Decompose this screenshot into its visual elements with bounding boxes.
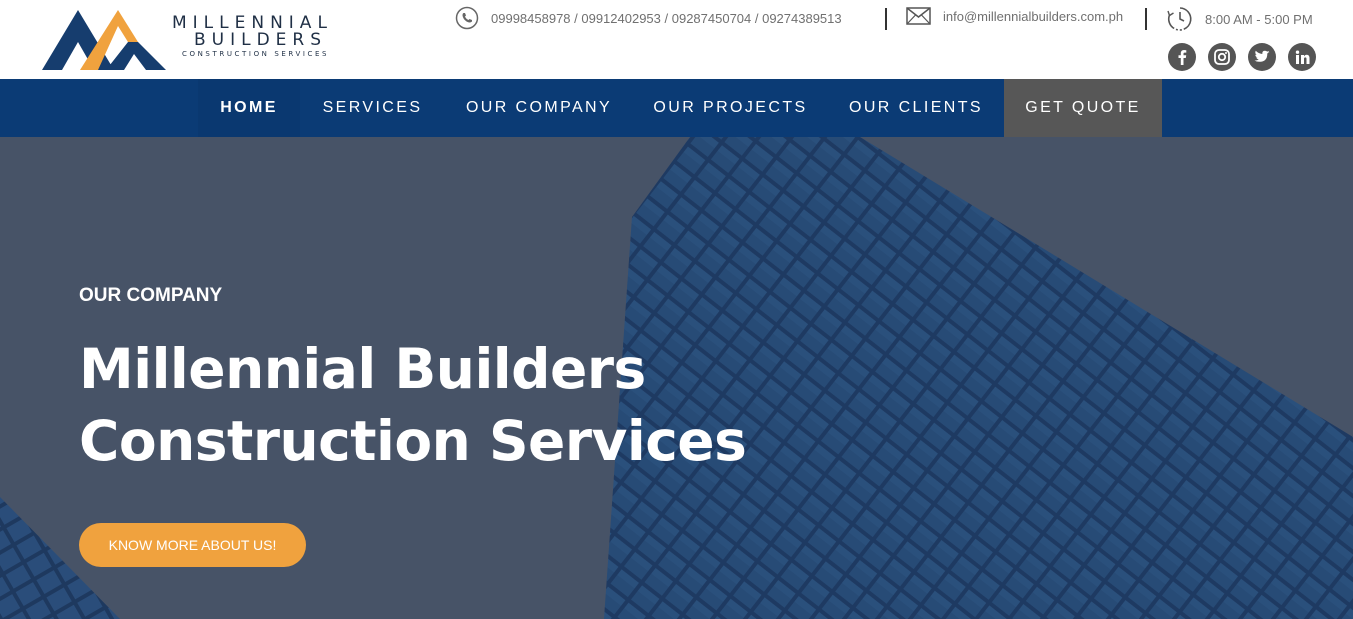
linkedin-link[interactable] <box>1288 43 1316 71</box>
facebook-icon <box>1178 50 1187 65</box>
header-divider <box>1145 8 1147 30</box>
instagram-icon <box>1214 49 1230 65</box>
main-nav: HOME SERVICES OUR COMPANY OUR PROJECTS O… <box>0 79 1353 137</box>
hero-banner: OUR COMPANY Millennial Builders Construc… <box>0 137 1353 619</box>
nav-item-our-company[interactable]: OUR COMPANY <box>445 79 633 137</box>
get-quote-button[interactable]: GET QUOTE <box>1004 79 1162 137</box>
nav-item-services[interactable]: SERVICES <box>300 79 445 137</box>
social-links <box>1168 43 1316 71</box>
business-hours: 8:00 AM - 5:00 PM <box>1205 11 1313 27</box>
phone-icon <box>455 6 479 30</box>
logo-mark-icon <box>42 10 166 70</box>
contact-hours: 8:00 AM - 5:00 PM <box>1167 6 1313 32</box>
instagram-link[interactable] <box>1208 43 1236 71</box>
brand-wordmark: MILLENNIAL BUILDERS CONSTRUCTION SERVICE… <box>172 14 333 59</box>
hero-title-line2: Construction Services <box>79 409 747 473</box>
clock-icon <box>1167 7 1192 31</box>
facebook-link[interactable] <box>1168 43 1196 71</box>
hero-title-line1: Millennial Builders <box>79 337 646 401</box>
twitter-icon <box>1254 50 1270 62</box>
twitter-link[interactable] <box>1248 43 1276 71</box>
hero-eyebrow: OUR COMPANY <box>79 285 223 306</box>
hero-title: Millennial Builders Construction Service… <box>79 333 747 477</box>
email-address[interactable]: info@millennialbuilders.com.ph <box>943 9 1123 24</box>
brand-tagline: CONSTRUCTION SERVICES <box>182 50 330 58</box>
linkedin-icon <box>1295 50 1309 64</box>
contact-email: info@millennialbuilders.com.ph <box>906 6 1123 26</box>
site-header: MILLENNIAL BUILDERS CONSTRUCTION SERVICE… <box>0 0 1353 79</box>
nav-item-our-clients[interactable]: OUR CLIENTS <box>828 79 1004 137</box>
nav-item-home[interactable]: HOME <box>198 79 300 137</box>
header-divider <box>885 8 887 30</box>
mail-icon <box>906 7 931 25</box>
phone-numbers[interactable]: 09998458978 / 09912402953 / 09287450704 … <box>491 11 842 26</box>
brand-logo[interactable]: MILLENNIAL BUILDERS CONSTRUCTION SERVICE… <box>42 8 342 72</box>
know-more-button[interactable]: KNOW MORE ABOUT US! <box>79 523 306 567</box>
nav-item-our-projects[interactable]: OUR PROJECTS <box>633 79 828 137</box>
brand-name-line2: BUILDERS <box>194 30 328 50</box>
contact-phone: 09998458978 / 09912402953 / 09287450704 … <box>455 6 842 30</box>
